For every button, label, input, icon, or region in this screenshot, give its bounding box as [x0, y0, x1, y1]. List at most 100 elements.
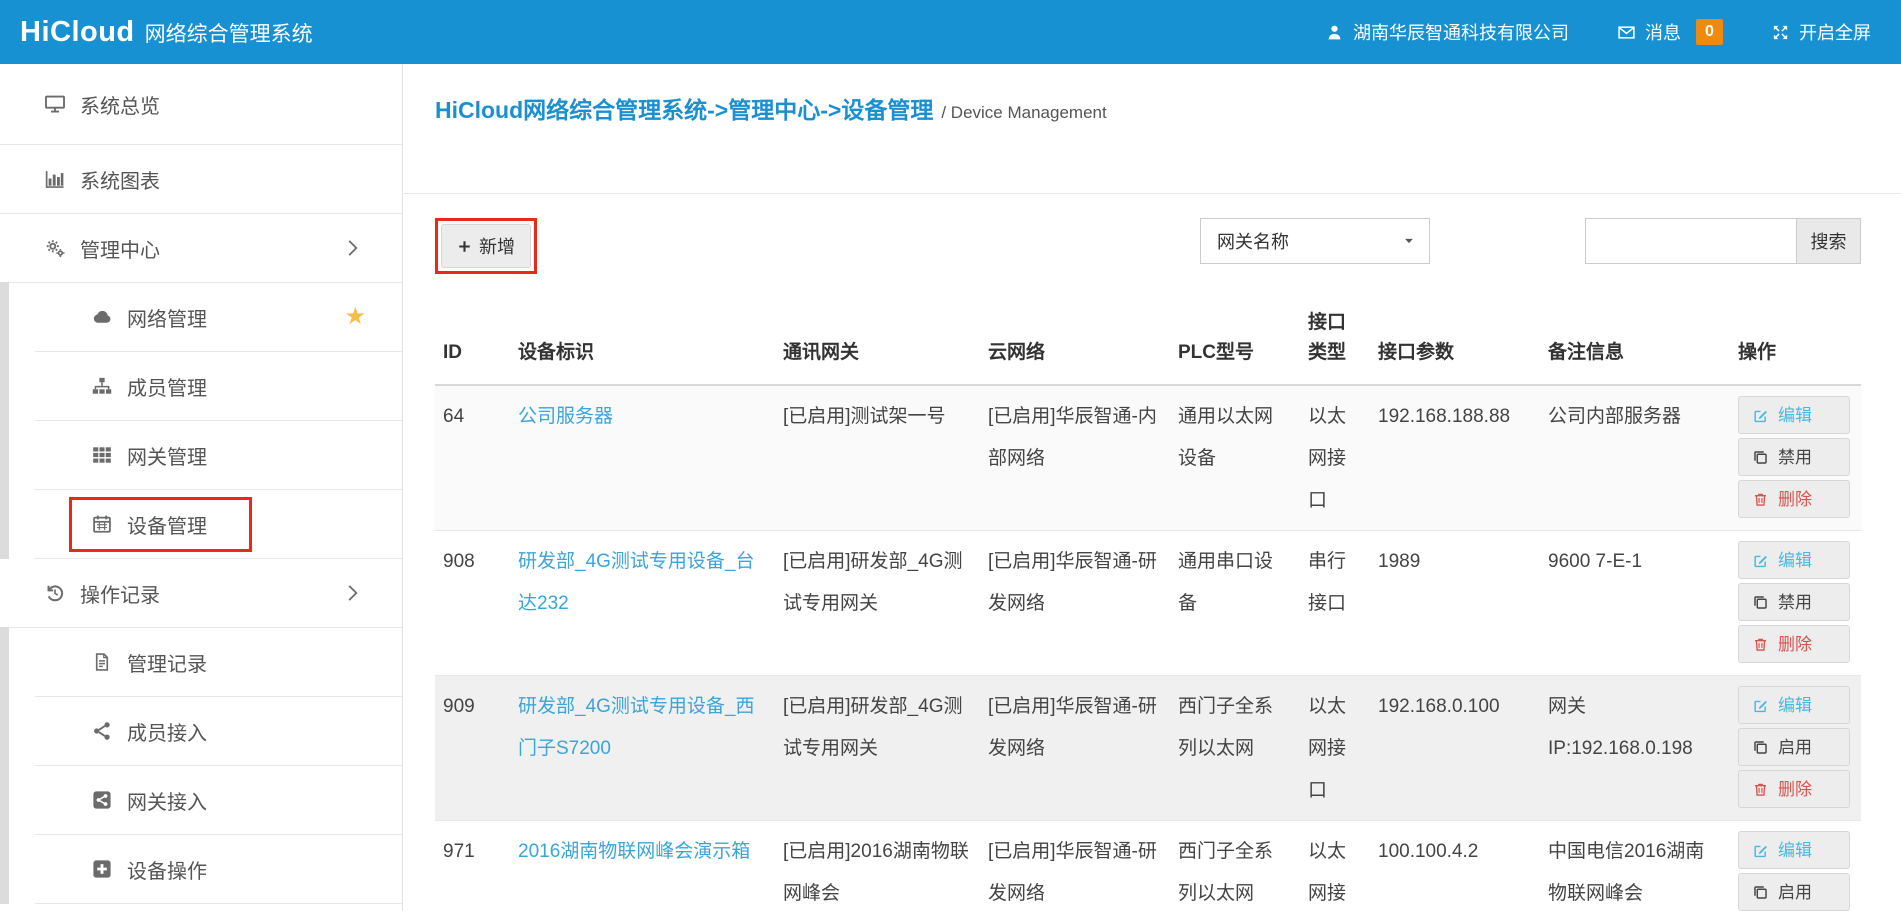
sidebar-item-label: 网络管理	[127, 303, 207, 332]
sidebar-item-label: 系统总览	[80, 90, 160, 119]
action-label: 删除	[1778, 636, 1812, 653]
column-header-8: 备注信息	[1540, 308, 1730, 385]
share-icon	[91, 720, 113, 742]
cell-remark: 中国电信2016湖南物联网峰会	[1540, 821, 1730, 911]
cell-actions: 编辑禁用删除	[1730, 531, 1861, 676]
cell-id: 909	[435, 676, 510, 821]
column-header-4: 云网络	[980, 308, 1170, 385]
action-label: 编辑	[1778, 407, 1812, 424]
cell-device: 公司服务器	[510, 385, 775, 531]
cell-plc-model: 西门子全系列以太网	[1170, 821, 1300, 911]
sidebar-item-management-center[interactable]: 管理中心	[0, 214, 402, 283]
filter-field-value: 网关名称	[1217, 228, 1289, 254]
search-input[interactable]	[1585, 218, 1797, 264]
edit-button[interactable]: 编辑	[1738, 831, 1850, 869]
app-root: HiCloud 网络综合管理系统 湖南华辰智通科技有限公司 消息 0 开启全屏 …	[0, 0, 1901, 911]
sidebar-item-label: 成员接入	[127, 717, 207, 746]
add-device-button[interactable]: 新增	[441, 224, 531, 268]
caret-down-icon	[1403, 235, 1415, 247]
column-header-2: 设备标识	[510, 308, 775, 385]
action-label: 编辑	[1778, 552, 1812, 569]
cell-actions: 编辑启用删除	[1730, 676, 1861, 821]
sidebar-item-management-records[interactable]: 管理记录	[35, 628, 402, 697]
breadcrumb-subtitle: / Device Management	[941, 103, 1106, 123]
enable-button[interactable]: 启用	[1738, 728, 1850, 766]
column-header-7: 接口参数	[1370, 308, 1540, 385]
fullscreen-label: 开启全屏	[1799, 19, 1871, 45]
account-menu[interactable]: 湖南华辰智通科技有限公司	[1325, 19, 1569, 45]
sidebar-item-gateway-access[interactable]: 网关接入	[35, 766, 402, 835]
disable-button[interactable]: 禁用	[1738, 583, 1850, 621]
fullscreen-toggle[interactable]: 开启全屏	[1771, 19, 1871, 45]
breadcrumb: HiCloud网络综合管理系统->管理中心->设备管理	[435, 91, 933, 125]
column-header-5: PLC型号	[1170, 308, 1300, 385]
delete-button[interactable]: 删除	[1738, 625, 1850, 663]
edit-button[interactable]: 编辑	[1738, 686, 1850, 724]
disable-button[interactable]: 禁用	[1738, 438, 1850, 476]
cell-device: 研发部_4G测试专用设备_台达232	[510, 531, 775, 676]
cell-gateway: [已启用]测试架一号	[775, 385, 980, 531]
cell-plc-model: 西门子全系列以太网	[1170, 676, 1300, 821]
sidebar-item-device-operations[interactable]: 设备操作	[35, 835, 402, 904]
action-label: 删除	[1778, 491, 1812, 508]
cell-interface-type: 以太网接口	[1300, 385, 1370, 531]
heading-divider	[404, 193, 1901, 194]
sidebar-item-label: 管理记录	[127, 648, 207, 677]
device-link[interactable]: 研发部_4G测试专用设备_西门子S7200	[518, 696, 754, 759]
cell-remark: 网关IP:192.168.0.198	[1540, 676, 1730, 821]
cell-interface-params: 1989	[1370, 531, 1540, 676]
brand-subtitle: 网络综合管理系统	[145, 18, 313, 48]
toolbar: 新增 网关名称 搜索	[435, 218, 1861, 274]
grid-icon	[91, 444, 113, 466]
sidebar-item-system-charts[interactable]: 系统图表	[0, 145, 402, 214]
edit-icon	[1752, 842, 1769, 859]
edit-button[interactable]: 编辑	[1738, 396, 1850, 434]
search-group: 搜索	[1585, 218, 1861, 264]
search-button[interactable]: 搜索	[1797, 218, 1861, 264]
bar-chart-icon	[44, 168, 66, 190]
cell-id: 64	[435, 385, 510, 531]
edit-button[interactable]: 编辑	[1738, 541, 1850, 579]
cell-interface-params: 192.168.188.88	[1370, 385, 1540, 531]
cell-id: 971	[435, 821, 510, 911]
clone-icon	[1752, 594, 1769, 611]
plus-square-icon	[91, 858, 113, 880]
sidebar-item-label: 网关管理	[127, 441, 207, 470]
delete-button[interactable]: 删除	[1738, 770, 1850, 808]
action-label: 编辑	[1778, 697, 1812, 714]
table-row: 971 2016湖南物联网峰会演示箱 [已启用]2016湖南物联网峰会[已启用]华辰…	[435, 821, 1861, 911]
action-label: 编辑	[1778, 842, 1812, 859]
sidebar: 系统总览系统图表管理中心网络管理 ★ 成员管理网关管理设备管理操作记录管理记录成员接…	[0, 64, 403, 911]
device-link[interactable]: 研发部_4G测试专用设备_台达232	[518, 551, 754, 614]
sidebar-item-member-management[interactable]: 成员管理	[35, 352, 402, 421]
column-header-9: 操作	[1730, 308, 1861, 385]
sidebar-item-gateway-management[interactable]: 网关管理	[35, 421, 402, 490]
sidebar-item-device-management[interactable]: 设备管理	[35, 490, 402, 559]
device-link[interactable]: 2016湖南物联网峰会演示箱	[518, 841, 750, 862]
action-label: 禁用	[1778, 449, 1812, 466]
cell-gateway: [已启用]2016湖南物联网峰会	[775, 821, 980, 911]
edit-icon	[1752, 697, 1769, 714]
sidebar-item-operation-records[interactable]: 操作记录	[0, 559, 402, 628]
trash-icon	[1752, 781, 1769, 798]
enable-button[interactable]: 启用	[1738, 873, 1850, 911]
star-icon: ★	[344, 305, 366, 329]
device-link[interactable]: 公司服务器	[518, 406, 613, 427]
sidebar-item-label: 网关接入	[127, 786, 207, 815]
cell-cloud-network: [已启用]华辰智通-研发网络	[980, 821, 1170, 911]
sidebar-item-member-access[interactable]: 成员接入	[35, 697, 402, 766]
brand-name: HiCloud	[20, 16, 135, 49]
messages-menu[interactable]: 消息 0	[1617, 19, 1723, 45]
messages-count-badge: 0	[1696, 19, 1723, 45]
sidebar-item-system-overview[interactable]: 系统总览	[0, 64, 402, 145]
action-label: 启用	[1778, 739, 1812, 756]
sidebar-item-network-management[interactable]: 网络管理 ★	[35, 283, 402, 352]
desktop-icon	[44, 93, 66, 115]
cloud-icon	[91, 306, 113, 328]
gears-icon	[44, 237, 66, 259]
cell-remark: 9600 7-E-1	[1540, 531, 1730, 676]
filter-field-select[interactable]: 网关名称	[1200, 218, 1430, 264]
cell-plc-model: 通用串口设备	[1170, 531, 1300, 676]
delete-button[interactable]: 删除	[1738, 480, 1850, 518]
table-row: 908研发部_4G测试专用设备_台达232[已启用]研发部_4G测试专用网关[已…	[435, 531, 1861, 676]
